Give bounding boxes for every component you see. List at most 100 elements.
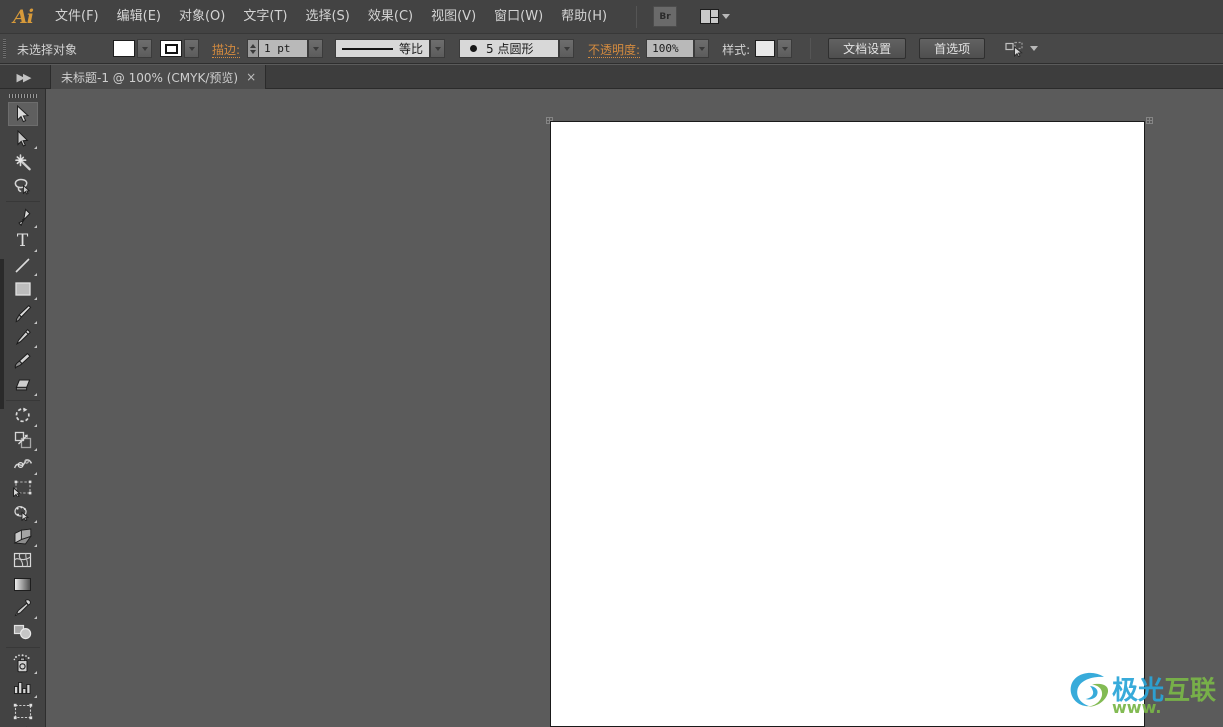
blend-tool[interactable] [8, 620, 38, 644]
arrange-documents-button[interactable] [700, 9, 731, 24]
stepper-down-icon [250, 49, 257, 54]
tool-submenu-indicator [33, 146, 37, 149]
style-dropdown-button[interactable] [777, 39, 793, 58]
menubar-divider [636, 5, 638, 28]
tools-divider [5, 647, 40, 648]
brush-dropdown-button[interactable] [559, 39, 575, 58]
fill-swatch[interactable] [113, 40, 135, 57]
direct-selection-tool[interactable] [8, 126, 38, 150]
tool-submenu-indicator [33, 273, 37, 276]
rectangle-tool[interactable] [8, 277, 38, 301]
preferences-button[interactable]: 首选项 [919, 38, 986, 59]
stroke-dropdown-button[interactable] [184, 39, 199, 58]
rotate-tool[interactable] [8, 404, 38, 428]
stroke-profile-control[interactable]: 等比 [335, 39, 446, 58]
tools-panel: T [0, 89, 46, 727]
eyedropper-tool[interactable] [8, 596, 38, 620]
document-tab-title: 未标题-1 @ 100% (CMYK/预览) [61, 70, 239, 85]
free-transform-tool[interactable] [8, 476, 38, 500]
menu-object[interactable]: 对象(O) [170, 0, 234, 33]
document-setup-button[interactable]: 文档设置 [828, 38, 907, 59]
control-bar-grip[interactable] [0, 33, 9, 64]
type-tool[interactable]: T [8, 229, 38, 253]
close-icon[interactable]: × [246, 70, 256, 84]
collapse-panels-button[interactable]: ▶▶ [4, 65, 42, 89]
pen-tool[interactable] [8, 205, 38, 229]
fill-dropdown-button[interactable] [137, 39, 152, 58]
menu-file[interactable]: 文件(F) [46, 0, 108, 33]
menu-type[interactable]: 文字(T) [234, 0, 296, 33]
menu-view[interactable]: 视图(V) [422, 0, 485, 33]
symbol-sprayer-tool[interactable] [8, 651, 38, 675]
stroke-weight-dropdown-button[interactable] [308, 39, 324, 58]
menu-help[interactable]: 帮助(H) [552, 0, 616, 33]
slice-tool[interactable] [8, 723, 38, 727]
fill-color-picker[interactable] [113, 39, 152, 58]
gradient-tool[interactable] [8, 572, 38, 596]
opacity-field[interactable]: 100% [646, 39, 695, 58]
blob-brush-tool[interactable] [8, 349, 38, 373]
eraser-tool[interactable] [8, 373, 38, 397]
stroke-profile-combo[interactable]: 等比 [335, 39, 431, 58]
line-segment-tool[interactable] [8, 253, 38, 277]
arrange-documents-icon [700, 9, 720, 24]
chevron-down-icon [312, 46, 319, 51]
pencil-tool[interactable] [8, 325, 38, 349]
opacity-dropdown-button[interactable] [694, 39, 710, 58]
brush-combo[interactable]: 5 点圆形 [459, 39, 560, 58]
style-label: 样式: [722, 43, 751, 57]
chevron-down-icon [781, 46, 788, 51]
magic-wand-tool[interactable] [8, 150, 38, 174]
chevron-down-icon [722, 14, 731, 19]
paintbrush-tool[interactable] [8, 301, 38, 325]
tool-submenu-indicator [33, 297, 37, 300]
shape-builder-tool[interactable] [8, 500, 38, 524]
stepper-up-icon [250, 43, 257, 48]
selection-tool[interactable] [7, 102, 38, 126]
stroke-profile-label: 等比 [399, 42, 424, 56]
stroke-weight-stepper[interactable] [247, 39, 259, 58]
select-similar-objects-icon [1005, 41, 1023, 57]
menu-window[interactable]: 窗口(W) [485, 0, 552, 33]
document-tab[interactable]: 未标题-1 @ 100% (CMYK/预览) × [50, 65, 267, 89]
tool-submenu-indicator [33, 345, 37, 348]
width-tool[interactable] [8, 452, 38, 476]
control-bar: 未选择对象 描边: 1 pt 等比 5 点圆形 不透明度: 100% 样式: 文… [0, 33, 1223, 64]
scale-tool[interactable] [8, 428, 38, 452]
menu-select[interactable]: 选择(S) [296, 0, 358, 33]
stroke-swatch[interactable] [160, 40, 182, 57]
tool-submenu-indicator [33, 393, 37, 396]
perspective-grid-tool[interactable] [8, 524, 38, 548]
style-swatch[interactable] [755, 40, 776, 57]
column-graph-tool[interactable] [8, 675, 38, 699]
brush-definition-control[interactable]: 5 点圆形 [459, 39, 575, 58]
stroke-profile-preview-icon [342, 47, 394, 50]
chevron-down-icon [434, 46, 441, 51]
lasso-tool[interactable] [8, 174, 38, 198]
bridge-button[interactable]: Br [653, 6, 678, 27]
artboard[interactable] [550, 121, 1145, 727]
menu-edit[interactable]: 编辑(E) [108, 0, 170, 33]
selection-status: 未选择对象 [17, 43, 78, 57]
app-logo-icon: Ai [13, 5, 34, 28]
graphic-style-picker[interactable] [755, 39, 793, 58]
opacity-control[interactable]: 100% [646, 39, 710, 58]
canvas-area[interactable] [47, 90, 1223, 727]
chevron-down-icon [141, 46, 148, 51]
tools-panel-grip[interactable] [0, 89, 46, 102]
tool-submenu-indicator [33, 424, 37, 427]
stroke-weight-field[interactable]: 1 pt [258, 39, 309, 58]
select-similar-objects-button[interactable] [1005, 41, 1039, 57]
opacity-panel-link[interactable]: 不透明度: [588, 39, 641, 58]
stroke-panel-link[interactable]: 描边: [212, 39, 241, 58]
menu-effect[interactable]: 效果(C) [359, 0, 422, 33]
mesh-tool[interactable] [8, 548, 38, 572]
stroke-color-picker[interactable] [160, 39, 199, 58]
stroke-profile-dropdown-button[interactable] [430, 39, 446, 58]
stroke-weight-control[interactable]: 1 pt [247, 39, 324, 58]
tools-divider [5, 201, 40, 202]
tools-divider [5, 400, 40, 401]
artboard-tool[interactable] [8, 699, 38, 723]
tool-submenu-indicator [33, 616, 37, 619]
document-tab-bar: ▶▶ 未标题-1 @ 100% (CMYK/预览) × [0, 65, 1223, 89]
